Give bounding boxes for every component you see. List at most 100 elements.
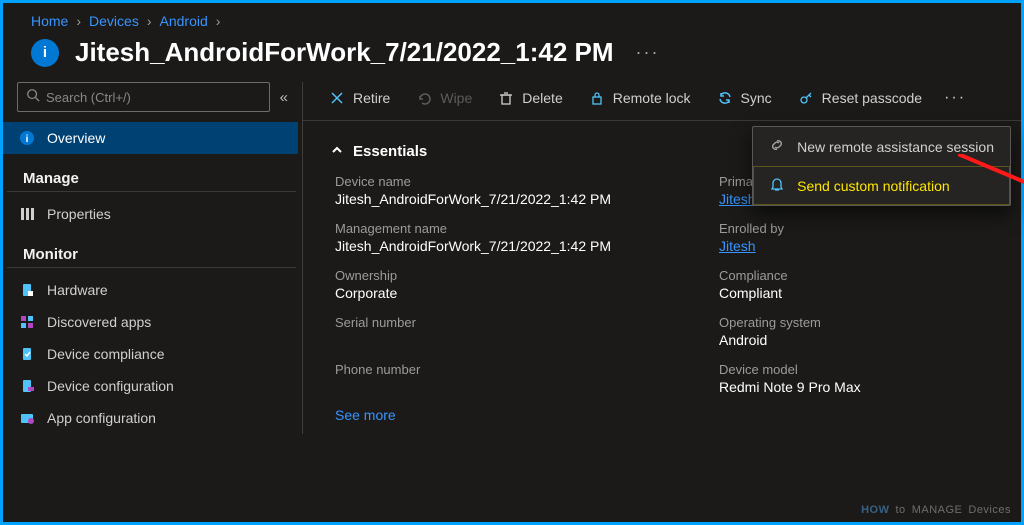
more-actions-menu: New remote assistance session Send custo… [752, 126, 1011, 206]
page-title: Jitesh_AndroidForWork_7/21/2022_1:42 PM [75, 37, 614, 68]
sidebar-item-label: Device configuration [47, 378, 174, 394]
reset-passcode-label: Reset passcode [822, 90, 922, 106]
device-info-icon: i [31, 39, 59, 67]
sync-icon [717, 91, 733, 105]
sidebar-item-device-configuration[interactable]: Device configuration [3, 370, 298, 402]
delete-button[interactable]: Delete [486, 85, 574, 111]
info-icon: i [19, 130, 35, 146]
value: Compliant [719, 285, 1001, 301]
appconfig-icon [19, 410, 35, 426]
chevron-right-icon: › [216, 13, 221, 29]
field-serial-number: Serial number [335, 315, 695, 348]
field-management-name: Management name Jitesh_AndroidForWork_7/… [335, 221, 695, 254]
remote-lock-label: Remote lock [613, 90, 691, 106]
properties-icon [19, 206, 35, 222]
retire-button[interactable]: Retire [317, 85, 402, 111]
label: Management name [335, 221, 695, 236]
breadcrumb-devices[interactable]: Devices [89, 13, 139, 29]
chevron-up-icon [331, 143, 343, 160]
field-operating-system: Operating system Android [719, 315, 1001, 348]
compliance-icon [19, 346, 35, 362]
field-enrolled-by: Enrolled by Jitesh [719, 221, 1001, 254]
field-device-name: Device name Jitesh_AndroidForWork_7/21/2… [335, 174, 695, 207]
apps-icon [19, 314, 35, 330]
value-link[interactable]: Jitesh [719, 238, 1001, 254]
watermark: HOW to MANAGE Devices [861, 504, 1011, 516]
retire-icon [329, 91, 345, 105]
breadcrumb-home[interactable]: Home [31, 13, 68, 29]
label: Enrolled by [719, 221, 1001, 236]
menu-remote-assistance[interactable]: New remote assistance session [753, 127, 1010, 166]
sidebar-item-label: Device compliance [47, 346, 165, 362]
sidebar-item-device-compliance[interactable]: Device compliance [3, 338, 298, 370]
breadcrumb: Home › Devices › Android › [3, 3, 1021, 29]
chevron-right-icon: › [76, 13, 81, 29]
reset-passcode-button[interactable]: Reset passcode [786, 85, 934, 111]
main-pane: Retire Wipe Delete Remote lock [303, 82, 1021, 434]
sidebar-item-label: Properties [47, 206, 111, 222]
sidebar-item-label: Hardware [47, 282, 108, 298]
wipe-label: Wipe [440, 90, 472, 106]
bell-icon [769, 176, 785, 195]
delete-label: Delete [522, 90, 562, 106]
header-more-icon[interactable]: ··· [636, 42, 660, 63]
label: Operating system [719, 315, 1001, 330]
key-icon [798, 91, 814, 105]
watermark-text: MANAGE [912, 504, 963, 516]
essentials-grid: Device name Jitesh_AndroidForWork_7/21/2… [303, 174, 1021, 395]
value: Redmi Note 9 Pro Max [719, 379, 1001, 395]
menu-remote-assistance-label: New remote assistance session [797, 139, 994, 155]
label: Device name [335, 174, 695, 189]
menu-send-custom-notification[interactable]: Send custom notification [753, 166, 1010, 205]
sidebar-group-monitor: Monitor [7, 230, 296, 268]
sidebar-item-hardware[interactable]: Hardware [3, 274, 298, 306]
hardware-icon [19, 282, 35, 298]
svg-text:i: i [26, 134, 29, 145]
search-icon [26, 88, 40, 107]
wipe-button: Wipe [404, 85, 484, 111]
chevron-right-icon: › [147, 13, 152, 29]
value: Corporate [335, 285, 695, 301]
remote-lock-button[interactable]: Remote lock [577, 85, 703, 111]
search-box[interactable] [17, 82, 270, 112]
breadcrumb-android[interactable]: Android [160, 13, 208, 29]
value: Android [719, 332, 1001, 348]
label: Ownership [335, 268, 695, 283]
sidebar-item-label: Overview [47, 130, 105, 146]
watermark-text: HOW [861, 504, 889, 516]
value: Jitesh_AndroidForWork_7/21/2022_1:42 PM [335, 191, 695, 207]
toolbar: Retire Wipe Delete Remote lock [303, 82, 1021, 121]
watermark-text: to [896, 504, 906, 516]
essentials-title: Essentials [353, 143, 427, 160]
watermark-text: Devices [968, 504, 1011, 516]
label: Compliance [719, 268, 1001, 283]
delete-icon [498, 91, 514, 105]
sync-label: Sync [741, 90, 772, 106]
link-icon [769, 137, 785, 156]
sidebar-item-label: App configuration [47, 410, 156, 426]
label: Phone number [335, 362, 695, 377]
sidebar: « i Overview Manage Properties Monitor H… [3, 82, 303, 434]
retire-label: Retire [353, 90, 390, 106]
search-input[interactable] [46, 90, 261, 105]
label: Device model [719, 362, 1001, 377]
page-header: i Jitesh_AndroidForWork_7/21/2022_1:42 P… [3, 29, 1021, 82]
lock-icon [589, 91, 605, 105]
field-device-model: Device model Redmi Note 9 Pro Max [719, 362, 1001, 395]
toolbar-more-button[interactable]: ··· [936, 84, 974, 112]
field-compliance: Compliance Compliant [719, 268, 1001, 301]
value: Jitesh_AndroidForWork_7/21/2022_1:42 PM [335, 238, 695, 254]
sidebar-item-discovered-apps[interactable]: Discovered apps [3, 306, 298, 338]
collapse-sidebar-icon[interactable]: « [280, 89, 288, 106]
sidebar-item-overview[interactable]: i Overview [3, 122, 298, 154]
field-ownership: Ownership Corporate [335, 268, 695, 301]
label: Serial number [335, 315, 695, 330]
menu-send-notification-label: Send custom notification [797, 178, 950, 194]
sync-button[interactable]: Sync [705, 85, 784, 111]
sidebar-item-app-configuration[interactable]: App configuration [3, 402, 298, 434]
sidebar-item-properties[interactable]: Properties [3, 198, 298, 230]
sidebar-group-manage: Manage [7, 154, 296, 192]
sidebar-item-label: Discovered apps [47, 314, 151, 330]
wipe-icon [416, 91, 432, 105]
see-more-link[interactable]: See more [303, 395, 1021, 423]
